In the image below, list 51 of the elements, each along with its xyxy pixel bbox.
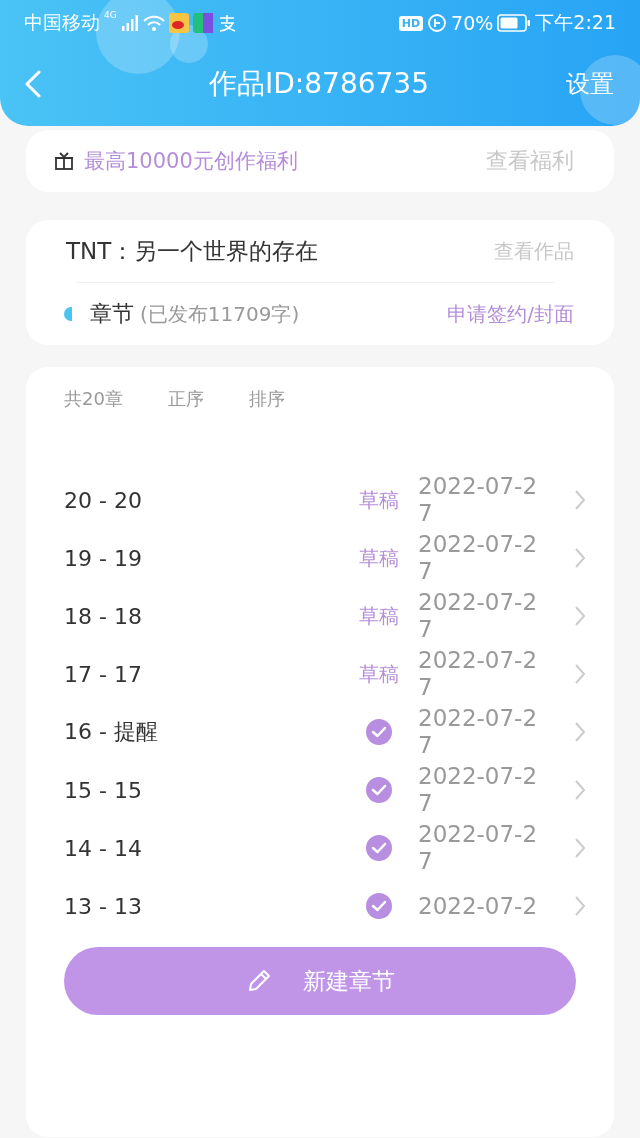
check-icon bbox=[365, 892, 393, 920]
chapter-date: 2022-07-27 bbox=[418, 647, 539, 701]
chevron-right-icon[interactable] bbox=[574, 895, 586, 917]
gift-icon bbox=[54, 151, 74, 171]
draft-label: 草稿 bbox=[359, 602, 399, 630]
network-text: 4G bbox=[104, 10, 117, 20]
battery-icon bbox=[497, 14, 532, 32]
back-icon[interactable] bbox=[24, 70, 42, 98]
chevron-right-icon[interactable] bbox=[574, 489, 586, 511]
chevron-right-icon[interactable] bbox=[574, 547, 586, 569]
battery-text: 70% bbox=[451, 12, 494, 34]
chapter-count: 共20章 bbox=[64, 387, 123, 411]
chapter-title[interactable]: 17 - 17 bbox=[64, 661, 142, 687]
chapter-date: 2022-07-2 bbox=[418, 892, 539, 920]
chevron-right-icon[interactable] bbox=[574, 837, 586, 859]
app-icon bbox=[168, 13, 189, 33]
chapter-date: 2022-07-27 bbox=[418, 531, 539, 585]
section-label: 章节 bbox=[90, 300, 134, 328]
chapter-date: 2022-07-27 bbox=[418, 705, 539, 759]
chevron-right-icon[interactable] bbox=[574, 605, 586, 627]
chapter-title[interactable]: 13 - 13 bbox=[64, 893, 142, 919]
check-icon bbox=[365, 718, 393, 746]
signal-icon bbox=[120, 15, 139, 31]
work-title: TNT：另一个世界的存在 bbox=[66, 236, 319, 266]
check-icon bbox=[365, 776, 393, 804]
draft-label: 草稿 bbox=[359, 660, 399, 688]
chapter-title[interactable]: 15 - 15 bbox=[64, 777, 142, 803]
chapter-title[interactable]: 18 - 18 bbox=[64, 603, 142, 629]
chapter-title[interactable]: 14 - 14 bbox=[64, 835, 142, 861]
carrier-text: 中国移动 bbox=[24, 10, 100, 35]
published-count: (已发布11709字) bbox=[140, 300, 300, 328]
chevron-right-icon[interactable] bbox=[574, 779, 586, 801]
app-icon bbox=[192, 13, 213, 33]
chapter-date: 2022-07-27 bbox=[418, 473, 539, 527]
speed-icon bbox=[427, 13, 448, 33]
draft-label: 草稿 bbox=[359, 544, 399, 572]
clock-text: 下午2:21 bbox=[535, 10, 616, 35]
chapter-date: 2022-07-27 bbox=[418, 763, 539, 817]
hd-badge: HD bbox=[398, 15, 424, 31]
chapter-title[interactable]: 20 - 20 bbox=[64, 487, 142, 513]
chevron-right-icon[interactable] bbox=[574, 721, 586, 743]
chevron-right-icon[interactable] bbox=[574, 663, 586, 685]
wifi-icon bbox=[142, 15, 165, 31]
chapter-date: 2022-07-27 bbox=[418, 821, 539, 875]
chapter-date: 2022-07-27 bbox=[418, 589, 539, 643]
draft-label: 草稿 bbox=[359, 486, 399, 514]
check-icon bbox=[365, 834, 393, 862]
benefit-text: 最高10000元创作福利 bbox=[84, 148, 298, 175]
chapter-title[interactable]: 16 - 提醒 bbox=[64, 717, 158, 747]
page-title: 作品ID:8786735 bbox=[209, 66, 429, 102]
chapter-title[interactable]: 19 - 19 bbox=[64, 545, 142, 571]
